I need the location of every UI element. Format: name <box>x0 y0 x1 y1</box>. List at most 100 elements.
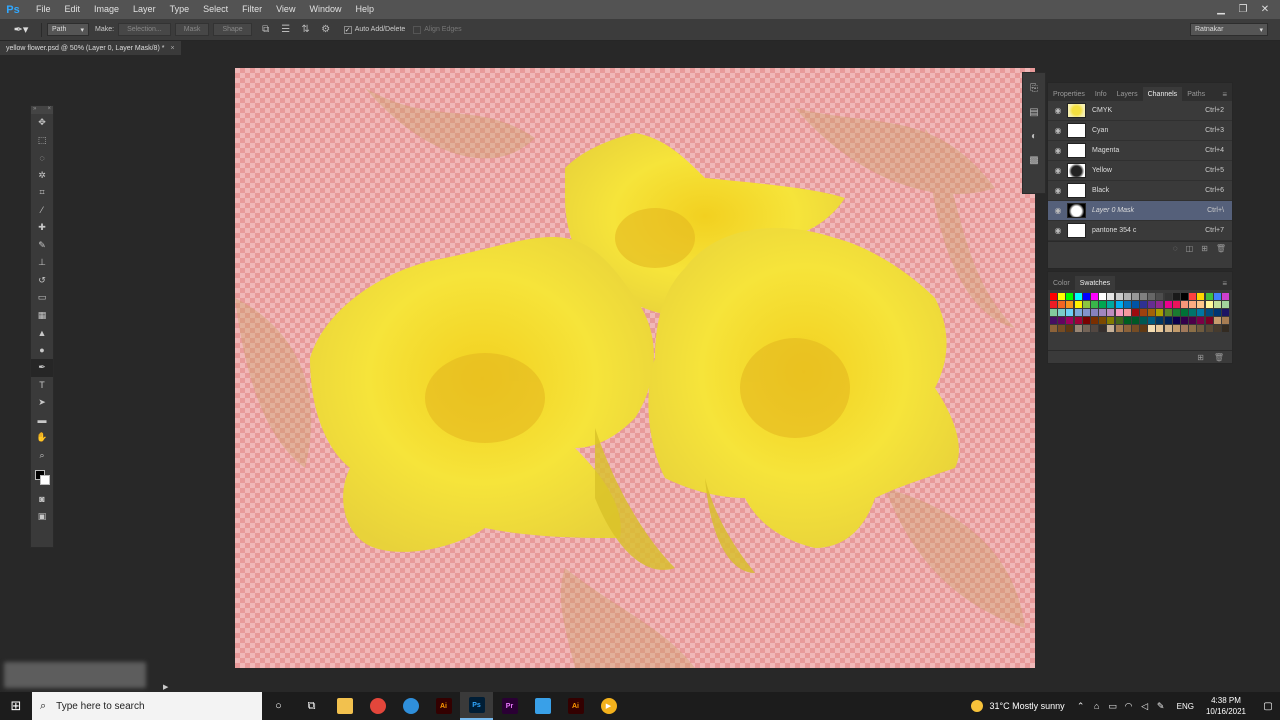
make-selection-button[interactable]: Selection... <box>118 23 171 36</box>
document-tab[interactable]: yellow flower.psd @ 50% (Layer 0, Layer … <box>0 41 181 55</box>
color-swatch[interactable] <box>1164 293 1172 300</box>
color-swatch[interactable] <box>1107 301 1115 308</box>
menu-select[interactable]: Select <box>196 0 235 19</box>
color-swatch[interactable] <box>1213 317 1221 324</box>
workspace-select[interactable]: Ratnakar ▾ <box>1190 23 1268 36</box>
taskbar-task-view-icon[interactable]: ⧉ <box>295 692 328 720</box>
tab-properties[interactable]: Properties <box>1048 87 1090 101</box>
zoom-tool-icon[interactable]: ⌕ <box>31 447 53 465</box>
color-swatch[interactable] <box>1213 293 1221 300</box>
color-swatch[interactable] <box>1107 309 1115 316</box>
color-swatch[interactable] <box>1058 317 1066 324</box>
channel-row[interactable]: ◉ pantone 354 c Ctrl+7 <box>1048 221 1232 241</box>
color-swatch[interactable] <box>1115 325 1123 332</box>
color-swatch[interactable] <box>1058 309 1066 316</box>
color-swatch[interactable] <box>1058 301 1066 308</box>
language-indicator[interactable]: ENG <box>1177 702 1194 711</box>
color-swatch[interactable] <box>1221 309 1229 316</box>
new-channel-icon[interactable]: ⊞ <box>1201 244 1208 253</box>
color-swatch[interactable] <box>1156 325 1164 332</box>
taskbar-illustrator-icon[interactable]: Ai <box>427 692 460 720</box>
taskbar-edge-icon[interactable] <box>394 692 427 720</box>
panel-menu-icon[interactable]: ≡ <box>1217 87 1232 101</box>
color-swatch[interactable] <box>1107 293 1115 300</box>
color-swatch[interactable] <box>1221 293 1229 300</box>
quick-selection-tool-icon[interactable]: ✲ <box>31 167 53 185</box>
menu-filter[interactable]: Filter <box>235 0 269 19</box>
channel-row[interactable]: ◉ Yellow Ctrl+5 <box>1048 161 1232 181</box>
color-swatch[interactable] <box>1197 293 1205 300</box>
color-swatch[interactable] <box>1156 301 1164 308</box>
color-swatch[interactable] <box>1205 309 1213 316</box>
color-swatch[interactable] <box>1221 301 1229 308</box>
color-swatch[interactable] <box>1213 309 1221 316</box>
color-swatch[interactable] <box>1172 301 1180 308</box>
color-swatch[interactable] <box>1164 309 1172 316</box>
toolbox-header[interactable]: » × <box>31 106 53 114</box>
network-icon[interactable]: ⌂ <box>1089 701 1105 711</box>
actions-panel-icon[interactable]: ▤ <box>1023 103 1045 121</box>
color-swatch[interactable] <box>1181 301 1188 308</box>
restore-button[interactable]: ❐ <box>1232 0 1254 19</box>
color-swatch[interactable] <box>1181 293 1188 300</box>
auto-add-delete-checkbox[interactable]: ✓ Auto Add/Delete <box>343 25 405 34</box>
color-swatch[interactable] <box>1131 293 1139 300</box>
taskbar-photoshop-icon[interactable]: Ps <box>460 692 493 720</box>
color-swatch[interactable] <box>1197 317 1205 324</box>
blur-tool-icon[interactable]: ▲ <box>31 324 53 342</box>
color-swatch[interactable] <box>1156 317 1164 324</box>
color-swatch[interactable] <box>1050 317 1057 324</box>
taskbar-premiere-icon[interactable]: Pr <box>493 692 526 720</box>
color-swatch[interactable] <box>1156 309 1164 316</box>
color-swatch[interactable] <box>1066 293 1074 300</box>
taskbar-illustrator-2-icon[interactable]: Ai <box>559 692 592 720</box>
chevron-up-icon[interactable]: ⌃ <box>1073 701 1089 712</box>
brush-tool-icon[interactable]: ✎ <box>31 237 53 255</box>
color-swatch[interactable] <box>1172 325 1180 332</box>
delete-channel-icon[interactable]: 🗑 <box>1216 244 1226 253</box>
color-swatch[interactable] <box>1205 293 1213 300</box>
channel-row[interactable]: ◉ Cyan Ctrl+3 <box>1048 121 1232 141</box>
taskbar-file-explorer-icon[interactable] <box>328 692 361 720</box>
lasso-tool-icon[interactable]: ◌ <box>31 149 53 167</box>
color-swatch[interactable] <box>1115 309 1123 316</box>
color-swatch[interactable] <box>1107 325 1115 332</box>
tab-paths[interactable]: Paths <box>1182 87 1210 101</box>
color-swatch[interactable] <box>1156 293 1164 300</box>
color-swatch[interactable] <box>1107 317 1115 324</box>
history-brush-tool-icon[interactable]: ↺ <box>31 272 53 290</box>
color-swatch[interactable] <box>1050 325 1057 332</box>
color-swatch[interactable] <box>1074 293 1082 300</box>
color-swatch[interactable] <box>1074 301 1082 308</box>
document-canvas[interactable] <box>235 68 1035 668</box>
menu-view[interactable]: View <box>269 0 302 19</box>
eye-icon[interactable]: ◉ <box>1051 204 1065 218</box>
color-swatch[interactable] <box>1074 309 1082 316</box>
tab-channels[interactable]: Channels <box>1142 87 1183 101</box>
color-swatch[interactable] <box>1131 325 1139 332</box>
eye-icon[interactable]: ◉ <box>1051 104 1065 118</box>
windows-start-icon[interactable]: ⊞ <box>0 692 32 720</box>
tab-color[interactable]: Color <box>1048 276 1075 290</box>
color-swatch[interactable] <box>1050 301 1057 308</box>
color-swatch[interactable] <box>1082 317 1090 324</box>
color-swatch[interactable] <box>1066 309 1074 316</box>
gear-icon[interactable]: ⚙ <box>319 23 333 37</box>
color-swatch[interactable] <box>1164 325 1172 332</box>
pen-icon[interactable]: ✎ <box>1153 701 1169 712</box>
color-swatch[interactable] <box>1140 293 1148 300</box>
panel-menu-icon[interactable]: ≡ <box>1217 276 1232 290</box>
eye-icon[interactable]: ◉ <box>1051 124 1065 138</box>
color-swatch[interactable] <box>1181 317 1188 324</box>
color-swatch[interactable] <box>1131 301 1139 308</box>
make-shape-button[interactable]: Shape <box>213 23 252 36</box>
color-swatch[interactable] <box>1082 309 1090 316</box>
path-selection-tool-icon[interactable]: ➤ <box>31 394 53 412</box>
color-swatch[interactable] <box>1066 325 1074 332</box>
channel-row[interactable]: ◉ Layer 0 Mask Ctrl+\ <box>1048 201 1232 221</box>
color-swatch[interactable] <box>1115 317 1123 324</box>
menu-image[interactable]: Image <box>87 0 126 19</box>
color-swatch[interactable] <box>1058 293 1066 300</box>
color-swatch[interactable] <box>1172 317 1180 324</box>
close-icon[interactable]: × <box>47 106 51 114</box>
